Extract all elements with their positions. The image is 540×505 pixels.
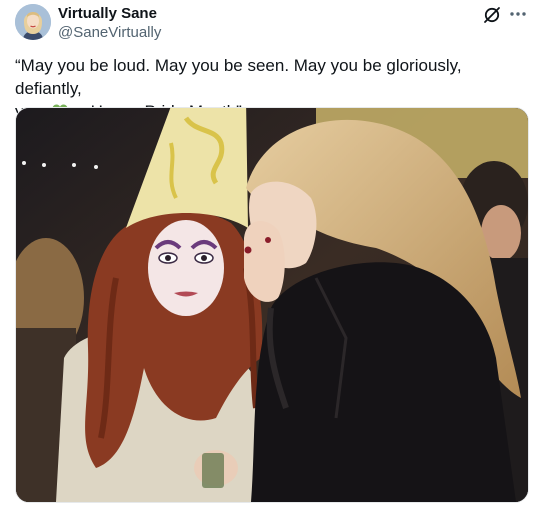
tweet: Virtually Sane @SaneVirtually “May you b… — [0, 0, 540, 505]
tweet-text-line1: “May you be loud. May you be seen. May y… — [15, 56, 462, 98]
author-handle[interactable]: @SaneVirtually — [58, 24, 161, 42]
author-name[interactable]: Virtually Sane — [58, 5, 157, 23]
avatar[interactable] — [15, 4, 51, 40]
more-icon[interactable] — [507, 4, 529, 24]
tweet-photo[interactable] — [15, 107, 529, 503]
grok-icon[interactable] — [483, 6, 501, 24]
